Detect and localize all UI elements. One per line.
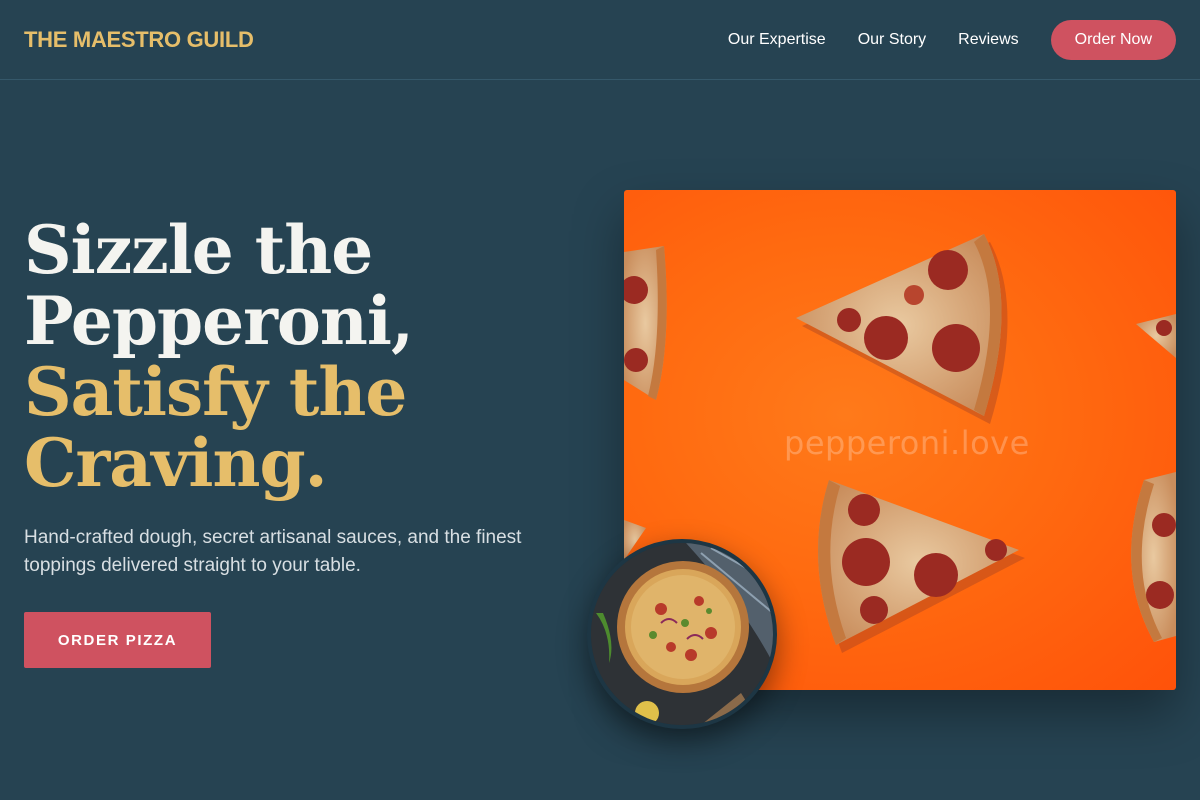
headline-line-3: Satisfy the xyxy=(24,353,407,431)
pizza-slice-right-top xyxy=(1136,314,1176,358)
headline-line-4: Craving. xyxy=(24,424,328,502)
brand-logo[interactable]: THE MAESTRO GUILD xyxy=(24,27,254,53)
headline-line-1: Sizzle the xyxy=(24,211,373,289)
nav-link-our-expertise[interactable]: Our Expertise xyxy=(728,31,826,49)
image-watermark: pepperoni.love xyxy=(784,424,1030,462)
nav-links: Our Expertise Our Story Reviews Order No… xyxy=(696,19,1176,60)
pizza-slice-top xyxy=(796,234,1008,424)
headline-line-2: Pepperoni, xyxy=(24,282,414,360)
pizza-slice-bottom xyxy=(818,480,1025,653)
nav-link-reviews[interactable]: Reviews xyxy=(958,31,1018,49)
hero-headline: Sizzle the Pepperoni, Satisfy the Cravin… xyxy=(24,215,584,499)
hero-subtext: Hand-crafted dough, secret artisanal sau… xyxy=(24,527,522,576)
landing-page: THE MAESTRO GUILD Our Expertise Our Stor… xyxy=(0,0,1200,800)
whole-pizza-circle-image xyxy=(587,539,777,729)
whole-pizza-illustration xyxy=(591,543,773,725)
pizza-slice-left-top xyxy=(624,246,667,400)
order-now-button[interactable]: Order Now xyxy=(1050,19,1176,60)
nav-link-our-story[interactable]: Our Story xyxy=(858,31,926,49)
top-navigation: THE MAESTRO GUILD Our Expertise Our Stor… xyxy=(0,0,1200,80)
pizza-slice-right-bottom xyxy=(1131,472,1176,642)
order-pizza-button[interactable]: ORDER PIZZA xyxy=(24,612,211,668)
